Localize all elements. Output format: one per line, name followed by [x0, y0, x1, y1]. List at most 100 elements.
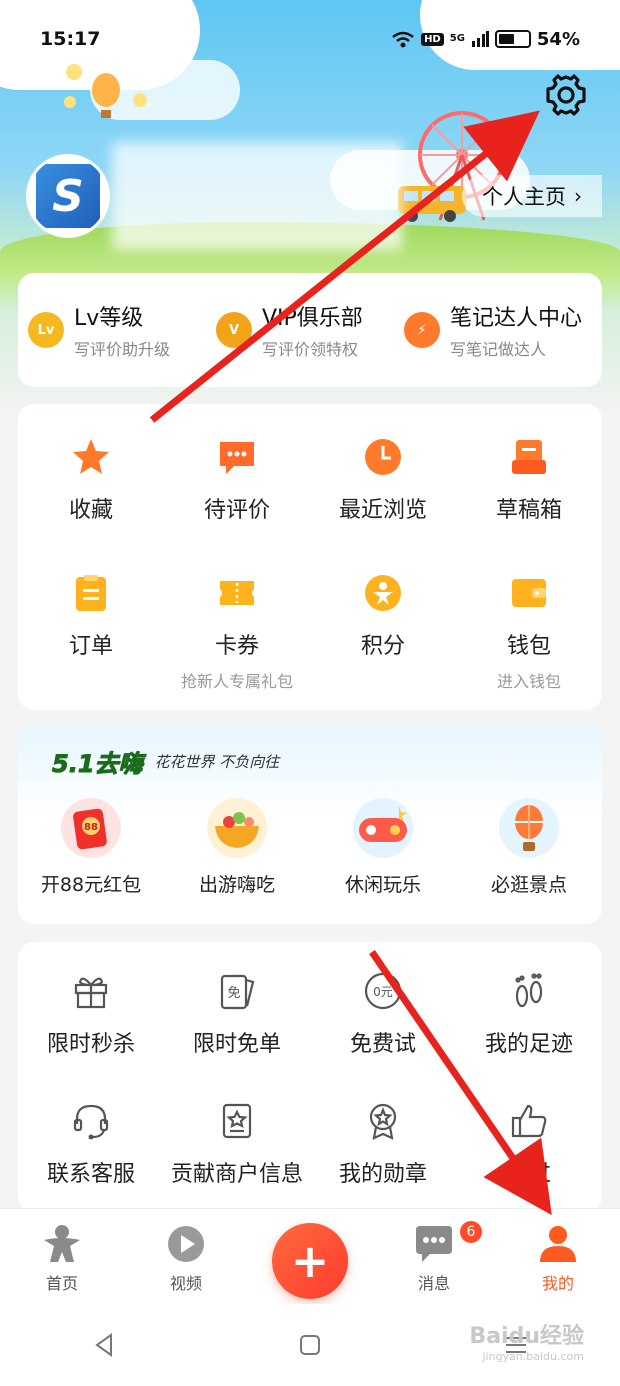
features-item[interactable]: 卡券 抢新人专属礼包	[164, 572, 310, 708]
level-text: VIP俱乐部 写评价领特权	[262, 300, 363, 360]
promo-title: 5.1去嗨	[52, 750, 144, 779]
features-label: 收藏	[68, 498, 113, 523]
personal-homepage-button[interactable]: 个人主页 ›	[462, 175, 602, 217]
features-sublabel: 进入钱包	[496, 672, 561, 691]
red-packet-icon: 88	[59, 796, 123, 860]
chevron-right-icon: ›	[574, 184, 582, 208]
tab-home[interactable]: 首页	[0, 1209, 124, 1304]
status-indicators: HD 5G 54%	[391, 29, 580, 50]
draft-icon	[508, 436, 550, 478]
features-label: 草稿箱	[495, 498, 562, 523]
level-item[interactable]: V VIP俱乐部 写评价领特权	[216, 300, 404, 360]
bus-icon	[398, 186, 466, 222]
tab-home-label: 首页	[45, 1274, 78, 1293]
services-grid: 限时秒杀免限时免单 0元 免费试 我的足迹 联系客服 贡献商户信息 我的勋章 赞过	[18, 970, 602, 1230]
food-bowl-icon	[205, 796, 269, 860]
promo-item[interactable]: 休闲玩乐	[310, 796, 456, 897]
level-subtitle: 写笔记做达人	[450, 340, 547, 359]
level-item[interactable]: ⚡ 笔记达人中心 写笔记做达人	[404, 300, 592, 360]
tab-video-label: 视频	[169, 1274, 202, 1293]
tab-mine[interactable]: 我的	[496, 1209, 620, 1304]
features-label: 订单	[68, 634, 113, 659]
svg-text:0元: 0元	[373, 985, 393, 999]
services-label: 赞过	[506, 1162, 551, 1187]
status-time: 15:17	[40, 28, 101, 50]
thumbs-up-icon	[508, 1100, 550, 1142]
status-bar: 15:17 HD 5G 54%	[40, 26, 580, 52]
baidu-jingyan-watermark: Baidu经验 jingyan.baidu.com	[469, 1318, 584, 1363]
home-person-icon	[44, 1225, 80, 1262]
promo-grid: 88 开88元红包 出游嗨吃 休闲玩乐 必逛景点	[18, 796, 602, 897]
features-item[interactable]: 钱包 进入钱包	[456, 572, 602, 708]
hd-indicator: HD	[421, 32, 444, 46]
zero-yuan-icon: 0元	[362, 970, 404, 1012]
features-card: 收藏 待评价 最近浏览 草稿箱订单 卡券抢新人专属礼包 积分 钱包 进入钱包	[18, 404, 602, 710]
features-item[interactable]: 积分	[310, 572, 456, 708]
balloon-decoration-icon	[64, 64, 147, 118]
services-label: 限时免单	[192, 1032, 281, 1057]
footprint-icon	[508, 970, 550, 1012]
features-item[interactable]: 待评价	[164, 436, 310, 572]
services-item[interactable]: 限时秒杀	[18, 970, 164, 1100]
medal-icon	[362, 1100, 404, 1142]
promo-card[interactable]: 5.1去嗨 花花世界 不负向往 88 开88元红包 出游嗨吃 休闲玩乐 必逛景点	[18, 726, 602, 924]
services-label: 我的足迹	[484, 1032, 573, 1057]
back-triangle-icon[interactable]	[91, 1332, 117, 1358]
avatar-logo-icon: S	[36, 164, 100, 228]
comment-icon	[216, 436, 258, 478]
features-grid: 收藏 待评价 最近浏览 草稿箱订单 卡券抢新人专属礼包 积分 钱包 进入钱包	[18, 436, 602, 708]
svg-text:免: 免	[227, 986, 240, 1001]
promo-label: 必逛景点	[490, 874, 567, 896]
promo-item[interactable]: 88 开88元红包	[18, 796, 164, 897]
battery-percent: 54%	[536, 28, 580, 50]
promo-label: 出游嗨吃	[198, 874, 275, 896]
gamepad-icon	[351, 796, 415, 860]
features-label: 积分	[360, 634, 405, 659]
services-item[interactable]: 0元免费试	[310, 970, 456, 1100]
features-sublabel: 抢新人专属礼包	[180, 672, 293, 691]
message-bubble-icon	[416, 1226, 452, 1262]
tab-messages-label: 消息	[417, 1274, 450, 1293]
promo-item[interactable]: 必逛景点	[456, 796, 602, 897]
level-subtitle: 写评价助升级	[74, 340, 171, 359]
tab-messages[interactable]: 6 消息	[372, 1209, 496, 1304]
features-label: 卡券	[214, 634, 259, 659]
messages-badge: 6	[458, 1219, 484, 1245]
avatar[interactable]: S	[26, 154, 110, 238]
services-item[interactable]: 我的足迹	[456, 970, 602, 1100]
level-item[interactable]: Lv Lv等级 写评价助升级	[28, 300, 216, 360]
features-item[interactable]: 最近浏览	[310, 436, 456, 572]
features-item[interactable]: 草稿箱	[456, 436, 602, 572]
profile-person-icon	[540, 1226, 576, 1262]
level-text: Lv等级 写评价助升级	[74, 300, 170, 360]
promo-subtitle: 花花世界 不负向往	[154, 753, 280, 771]
battery-level	[498, 34, 515, 44]
features-label: 最近浏览	[338, 498, 427, 523]
battery-icon	[494, 30, 531, 48]
balloon-icon	[497, 796, 561, 860]
post-plus-button[interactable]: +	[272, 1223, 348, 1299]
headset-icon	[70, 1100, 112, 1142]
svg-text:88: 88	[84, 822, 98, 833]
watermark-main: Baidu经验	[469, 1324, 584, 1349]
promo-label: 开88元红包	[40, 874, 142, 896]
home-square-icon[interactable]	[298, 1333, 322, 1357]
video-play-icon	[168, 1226, 204, 1262]
points-icon	[362, 572, 404, 614]
tab-post[interactable]: +	[248, 1209, 372, 1304]
level-subtitle: 写评价领特权	[262, 340, 359, 359]
features-item[interactable]: 订单	[18, 572, 164, 708]
services-label: 联系客服	[46, 1162, 135, 1187]
services-item[interactable]: 免限时免单	[164, 970, 310, 1100]
settings-gear-icon[interactable]	[543, 72, 589, 118]
level-text: 笔记达人中心 写笔记做达人	[450, 300, 582, 360]
services-label: 免费试	[349, 1032, 416, 1057]
promo-header: 5.1去嗨 花花世界 不负向往	[52, 744, 280, 779]
features-label: 待评价	[203, 498, 270, 523]
level-card: Lv Lv等级 写评价助升级 V VIP俱乐部 写评价领特权 ⚡ 笔记达人中心 写笔记做达人	[18, 273, 602, 387]
services-card: 限时秒杀免限时免单 0元 免费试 我的足迹 联系客服 贡献商户信息 我的勋章 赞过	[18, 942, 602, 1212]
promo-item[interactable]: 出游嗨吃	[164, 796, 310, 897]
features-item[interactable]: 收藏	[18, 436, 164, 572]
services-label: 限时秒杀	[46, 1032, 135, 1057]
tab-video[interactable]: 视频	[124, 1209, 248, 1304]
